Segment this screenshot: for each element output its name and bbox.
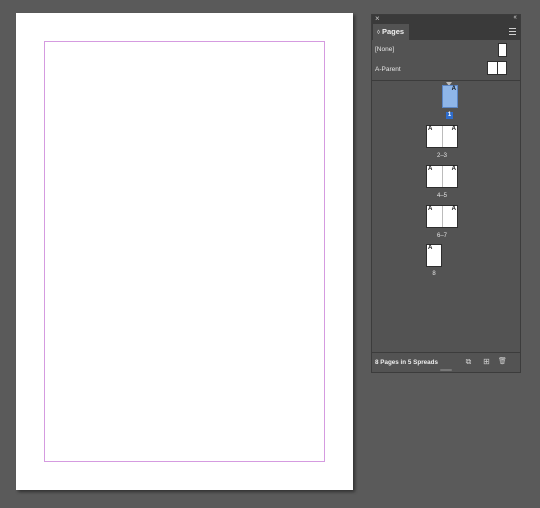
panel-divider	[372, 80, 520, 81]
document-page[interactable]	[16, 13, 353, 490]
collapse-icon[interactable]: ‹‹	[513, 14, 517, 21]
panel-title-bar[interactable]: × ‹‹	[372, 14, 520, 24]
margin-guide	[44, 41, 325, 462]
close-icon[interactable]: ×	[375, 14, 380, 23]
parent-letter: A	[428, 206, 433, 212]
trash-icon[interactable]: 🗑	[498, 357, 507, 366]
parent-letter: A	[428, 245, 433, 251]
parent-thumbnail[interactable]	[487, 61, 507, 75]
parent-letter: A	[451, 206, 456, 212]
tab-pages[interactable]: ◊ Pages	[373, 24, 409, 40]
spread-label: 4–5	[436, 193, 447, 199]
parent-label: [None]	[375, 46, 395, 53]
parent-letter: A	[451, 166, 456, 172]
spread-label: 6–7	[436, 233, 447, 239]
parent-letter: A	[451, 86, 456, 92]
spread-label: 2–3	[436, 153, 447, 159]
page-thumbnail[interactable]: A	[426, 244, 442, 267]
parent-item-none[interactable]: [None]	[372, 40, 520, 60]
parent-item-a-parent[interactable]: A-Parent	[372, 60, 520, 80]
spread-label: 8	[432, 271, 436, 277]
page-thumbnail[interactable]: A A	[426, 205, 458, 228]
parent-thumbnail[interactable]	[498, 43, 507, 57]
new-page-icon[interactable]: ⊞	[482, 357, 491, 366]
parent-letter: A	[451, 126, 456, 132]
page-thumbnail[interactable]: A	[442, 85, 458, 108]
edit-page-size-icon[interactable]: ⧉	[464, 357, 473, 366]
page-count-status: 8 Pages in 5 Spreads	[375, 359, 438, 366]
page-thumbnail[interactable]: A A	[426, 165, 458, 188]
panel-menu-icon[interactable]	[509, 28, 516, 37]
page-number-badge: 1	[446, 112, 453, 119]
page-thumbnail[interactable]: A A	[426, 125, 458, 148]
panel-tab-bar: ◊ Pages	[372, 24, 520, 40]
tab-label: Pages	[381, 27, 405, 36]
resize-grip[interactable]	[440, 369, 452, 371]
pages-panel: × ‹‹ ◊Pages [None] A-Parent A 1 A A 2–3	[371, 14, 521, 373]
parent-letter: A	[428, 126, 433, 132]
parent-letter: A	[428, 166, 433, 172]
parent-label: A-Parent	[375, 66, 401, 73]
tab-arrows-icon: ◊	[377, 30, 380, 36]
